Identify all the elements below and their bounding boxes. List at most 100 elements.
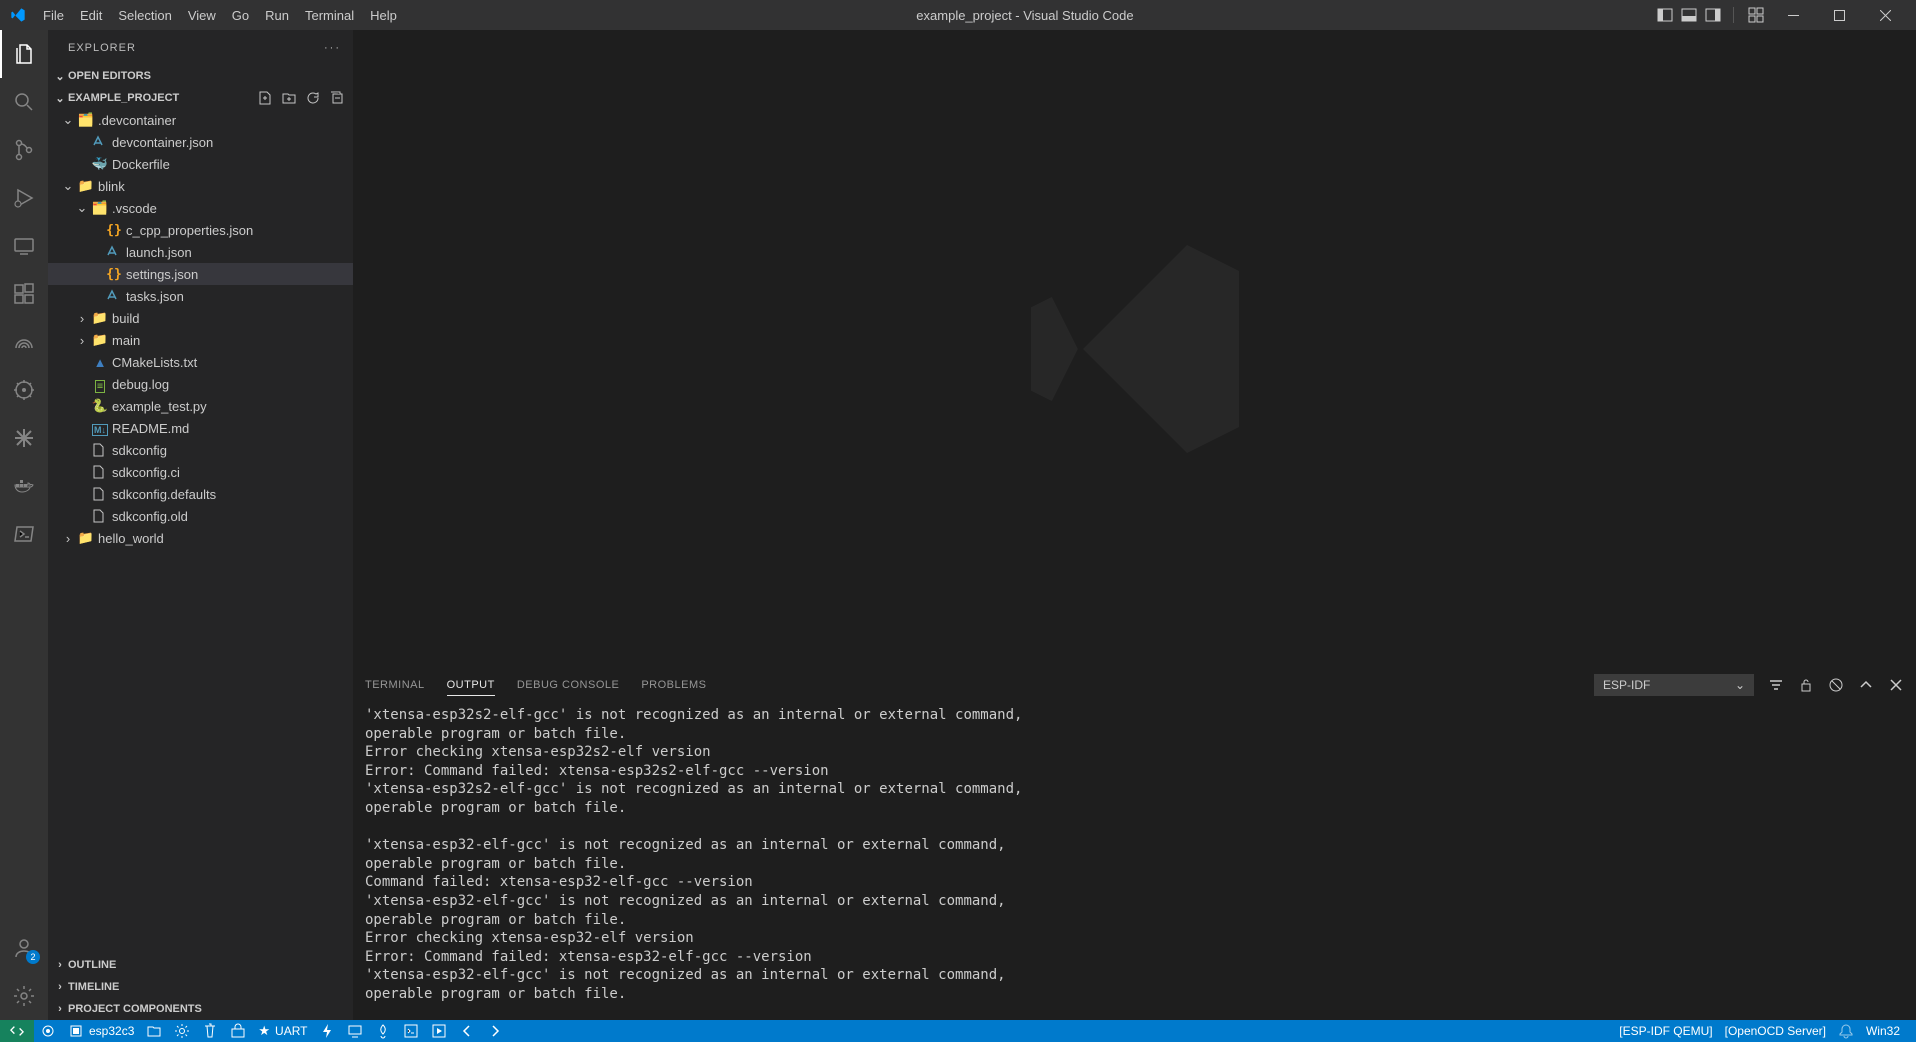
tree-item-sdkconfig-old[interactable]: sdkconfig.old bbox=[48, 505, 353, 527]
activity-search[interactable] bbox=[0, 78, 48, 126]
activity-espressif-idf[interactable] bbox=[0, 366, 48, 414]
customize-layout-icon[interactable] bbox=[1742, 7, 1770, 23]
menubar: File Edit Selection View Go Run Terminal… bbox=[35, 8, 405, 23]
tree-item-sdkconfig[interactable]: sdkconfig bbox=[48, 439, 353, 461]
status-monitor-icon[interactable] bbox=[341, 1020, 369, 1042]
minimize-button[interactable] bbox=[1770, 0, 1816, 30]
tree-item-c-cpp-properties-json[interactable]: {}c_cpp_properties.json bbox=[48, 219, 353, 241]
status-back-icon[interactable] bbox=[453, 1020, 481, 1042]
activity-remote-explorer[interactable] bbox=[0, 222, 48, 270]
tree-item--vscode[interactable]: ⌄🗂️.vscode bbox=[48, 197, 353, 219]
activity-run-debug[interactable] bbox=[0, 174, 48, 222]
menu-go[interactable]: Go bbox=[224, 8, 257, 23]
section-timeline[interactable]: ›TIMELINE bbox=[48, 976, 353, 998]
panel-tab-terminal[interactable]: TERMINAL bbox=[365, 675, 425, 696]
output-filter-icon[interactable] bbox=[1768, 677, 1784, 693]
panel-close-icon[interactable] bbox=[1888, 677, 1904, 693]
panel-tab-problems[interactable]: PROBLEMS bbox=[641, 675, 706, 696]
status-flash-method[interactable]: ★UART bbox=[252, 1020, 313, 1042]
tree-item-settings-json[interactable]: {}settings.json bbox=[48, 263, 353, 285]
refresh-icon[interactable] bbox=[305, 90, 321, 106]
activity-extensions[interactable] bbox=[0, 270, 48, 318]
status-build-flash-monitor-icon[interactable] bbox=[369, 1020, 397, 1042]
status-clean-icon[interactable] bbox=[196, 1020, 224, 1042]
menu-file[interactable]: File bbox=[35, 8, 72, 23]
tree-item-sdkconfig-defaults[interactable]: sdkconfig.defaults bbox=[48, 483, 353, 505]
output-lock-icon[interactable] bbox=[1798, 677, 1814, 693]
activity-settings[interactable] bbox=[0, 972, 48, 1020]
clear-output-icon[interactable] bbox=[1828, 677, 1844, 693]
section-outline[interactable]: ›OUTLINE bbox=[48, 954, 353, 976]
output-content[interactable]: 'xtensa-esp32s2-elf-gcc' is not recogniz… bbox=[353, 702, 1916, 1020]
status-build-icon[interactable] bbox=[224, 1020, 252, 1042]
toggle-panel-icon[interactable] bbox=[1681, 7, 1697, 23]
panel-maximize-icon[interactable] bbox=[1858, 677, 1874, 693]
status-espressif-device[interactable]: esp32c3 bbox=[62, 1020, 140, 1042]
status-terminal-icon[interactable] bbox=[397, 1020, 425, 1042]
titlebar: File Edit Selection View Go Run Terminal… bbox=[0, 0, 1916, 30]
status-flash-icon[interactable] bbox=[313, 1020, 341, 1042]
close-button[interactable] bbox=[1862, 0, 1908, 30]
new-folder-icon[interactable] bbox=[281, 90, 297, 106]
new-file-icon[interactable] bbox=[257, 90, 273, 106]
tree-item-main[interactable]: ›📁main bbox=[48, 329, 353, 351]
tree-item-label: sdkconfig.defaults bbox=[110, 487, 216, 502]
panel-tab-output[interactable]: OUTPUT bbox=[447, 675, 495, 696]
activity-powershell[interactable] bbox=[0, 510, 48, 558]
tree-item-tasks-json[interactable]: tasks.json bbox=[48, 285, 353, 307]
toggle-primary-sidebar-icon[interactable] bbox=[1657, 7, 1673, 23]
file-icon bbox=[90, 464, 110, 480]
section-open-editors[interactable]: ⌄OPEN EDITORS bbox=[48, 65, 353, 87]
menu-help[interactable]: Help bbox=[362, 8, 405, 23]
section-project[interactable]: ⌄EXAMPLE_PROJECT bbox=[48, 87, 353, 109]
tree-item-blink[interactable]: ⌄📁blink bbox=[48, 175, 353, 197]
file-icon: ≡ bbox=[90, 377, 110, 392]
twistie-icon: › bbox=[74, 311, 90, 326]
activity-accounts[interactable]: 2 bbox=[0, 924, 48, 972]
chevron-down-icon: ⌄ bbox=[1735, 678, 1745, 692]
activity-espressif-asterisk[interactable] bbox=[0, 414, 48, 462]
status-espressif-project[interactable] bbox=[140, 1020, 168, 1042]
status-notifications-icon[interactable] bbox=[1832, 1020, 1860, 1042]
file-tree[interactable]: ⌄🗂️.devcontainer devcontainer.json 🐳Docker… bbox=[48, 109, 353, 954]
vscode-logo-icon bbox=[0, 7, 35, 23]
tree-item-sdkconfig-ci[interactable]: sdkconfig.ci bbox=[48, 461, 353, 483]
maximize-button[interactable] bbox=[1816, 0, 1862, 30]
menu-run[interactable]: Run bbox=[257, 8, 297, 23]
tree-item-build[interactable]: ›📁build bbox=[48, 307, 353, 329]
menu-view[interactable]: View bbox=[180, 8, 224, 23]
tree-item-cmakelists-txt[interactable]: ▲CMakeLists.txt bbox=[48, 351, 353, 373]
tree-item-launch-json[interactable]: launch.json bbox=[48, 241, 353, 263]
explorer-more-icon[interactable]: ··· bbox=[324, 42, 341, 54]
status-espressif-target[interactable] bbox=[34, 1020, 62, 1042]
tree-item-hello-world[interactable]: ›📁hello_world bbox=[48, 527, 353, 549]
menu-selection[interactable]: Selection bbox=[110, 8, 179, 23]
tree-item--devcontainer[interactable]: ⌄🗂️.devcontainer bbox=[48, 109, 353, 131]
activity-explorer[interactable] bbox=[0, 30, 48, 78]
status-sdkconfig-icon[interactable] bbox=[168, 1020, 196, 1042]
menu-terminal[interactable]: Terminal bbox=[297, 8, 362, 23]
activity-docker[interactable] bbox=[0, 462, 48, 510]
status-execute-icon[interactable] bbox=[425, 1020, 453, 1042]
tree-item-devcontainer-json[interactable]: devcontainer.json bbox=[48, 131, 353, 153]
tree-item-readme-md[interactable]: M↓README.md bbox=[48, 417, 353, 439]
activity-source-control[interactable] bbox=[0, 126, 48, 174]
status-openocd[interactable]: [OpenOCD Server] bbox=[1719, 1020, 1832, 1042]
tree-item-dockerfile[interactable]: 🐳Dockerfile bbox=[48, 153, 353, 175]
remote-indicator[interactable] bbox=[0, 1020, 34, 1042]
panel-tab-debug-console[interactable]: DEBUG CONSOLE bbox=[517, 675, 619, 696]
menu-edit[interactable]: Edit bbox=[72, 8, 110, 23]
toggle-secondary-sidebar-icon[interactable] bbox=[1705, 7, 1721, 23]
tree-item-label: example_test.py bbox=[110, 399, 207, 414]
status-platform[interactable]: Win32 bbox=[1860, 1020, 1906, 1042]
tree-item-example-test-py[interactable]: 🐍example_test.py bbox=[48, 395, 353, 417]
tree-item-debug-log[interactable]: ≡debug.log bbox=[48, 373, 353, 395]
output-channel-selector[interactable]: ESP-IDF⌄ bbox=[1594, 674, 1754, 696]
activity-espressif-rainmaker[interactable] bbox=[0, 318, 48, 366]
section-project-components[interactable]: ›PROJECT COMPONENTS bbox=[48, 998, 353, 1020]
status-forward-icon[interactable] bbox=[481, 1020, 509, 1042]
tree-item-label: devcontainer.json bbox=[110, 135, 213, 150]
collapse-all-icon[interactable] bbox=[329, 90, 345, 106]
status-qemu[interactable]: [ESP-IDF QEMU] bbox=[1613, 1020, 1718, 1042]
file-icon: 🗂️ bbox=[90, 200, 110, 216]
